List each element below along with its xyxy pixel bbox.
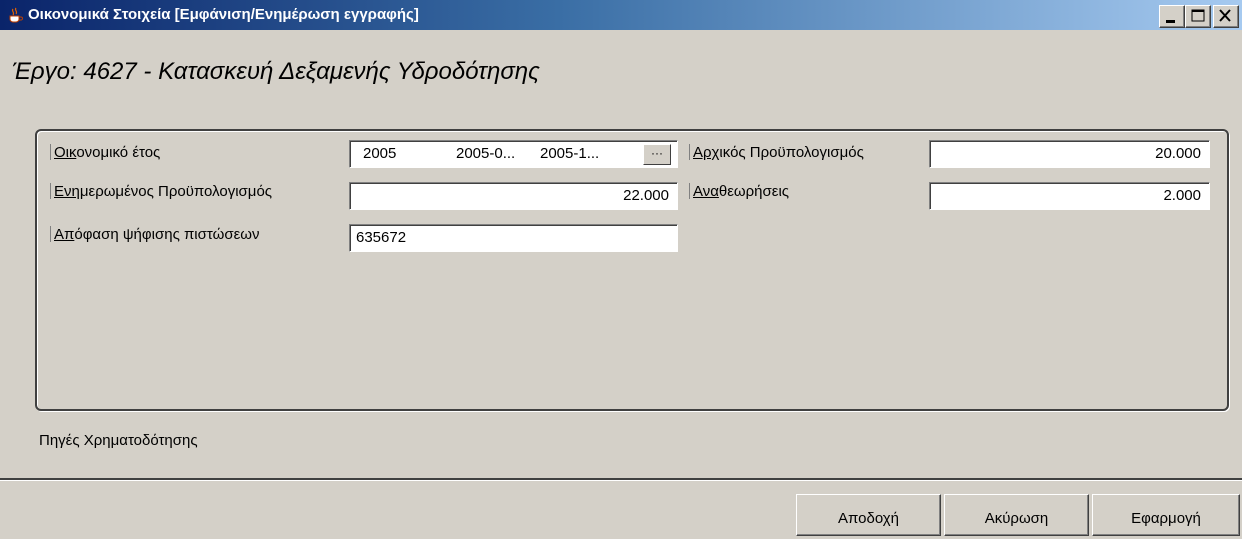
credit-decision-label: Απόφαση ψήφισης πιστώσεων [50, 226, 259, 243]
maximize-icon [1191, 9, 1205, 22]
minimize-icon [1166, 20, 1175, 23]
revisions-label: Αναθεωρήσεις [689, 183, 789, 200]
initial-budget-label: Αρχικός Προϋπολογισμός [689, 144, 864, 161]
maximize-button[interactable] [1185, 5, 1211, 28]
updated-budget-field[interactable]: 22.000 [349, 182, 678, 210]
apply-button[interactable]: Εφαρμογή [1092, 494, 1240, 536]
project-heading: Έργο: 4627 - Κατασκευή Δεξαμενής Υδροδότ… [12, 58, 540, 85]
updated-budget-label: Ενημερωμένος Προϋπολογισμός [50, 183, 272, 200]
credit-decision-field[interactable]: 635672 [349, 224, 678, 252]
fiscal-year-start: 2005-0... [456, 145, 516, 162]
fiscal-year-picker-button[interactable]: ··· [643, 144, 671, 165]
cancel-button[interactable]: Ακύρωση [944, 494, 1089, 536]
minimize-button[interactable] [1159, 5, 1185, 28]
funding-sources-label: Πηγές Χρηματοδότησης [39, 432, 198, 449]
accept-button[interactable]: Αποδοχή [796, 494, 941, 536]
window-title: Οικονομικά Στοιχεία [Εμφάνιση/Ενημέρωση … [28, 6, 419, 23]
revisions-field[interactable]: 2.000 [929, 182, 1210, 210]
fiscal-year-field[interactable]: 2005 2005-0... 2005-1... ··· [349, 140, 678, 168]
form-panel [35, 129, 1229, 411]
java-cup-icon [6, 6, 24, 24]
fiscal-year-end: 2005-1... [540, 145, 600, 162]
close-button[interactable] [1213, 5, 1239, 28]
separator [0, 478, 1242, 481]
close-icon [1219, 9, 1231, 22]
title-bar[interactable]: Οικονομικά Στοιχεία [Εμφάνιση/Ενημέρωση … [0, 0, 1242, 30]
initial-budget-field[interactable]: 20.000 [929, 140, 1210, 168]
fiscal-year-label: Οικονομικό έτος [50, 144, 160, 161]
fiscal-year-value: 2005 [363, 145, 397, 162]
